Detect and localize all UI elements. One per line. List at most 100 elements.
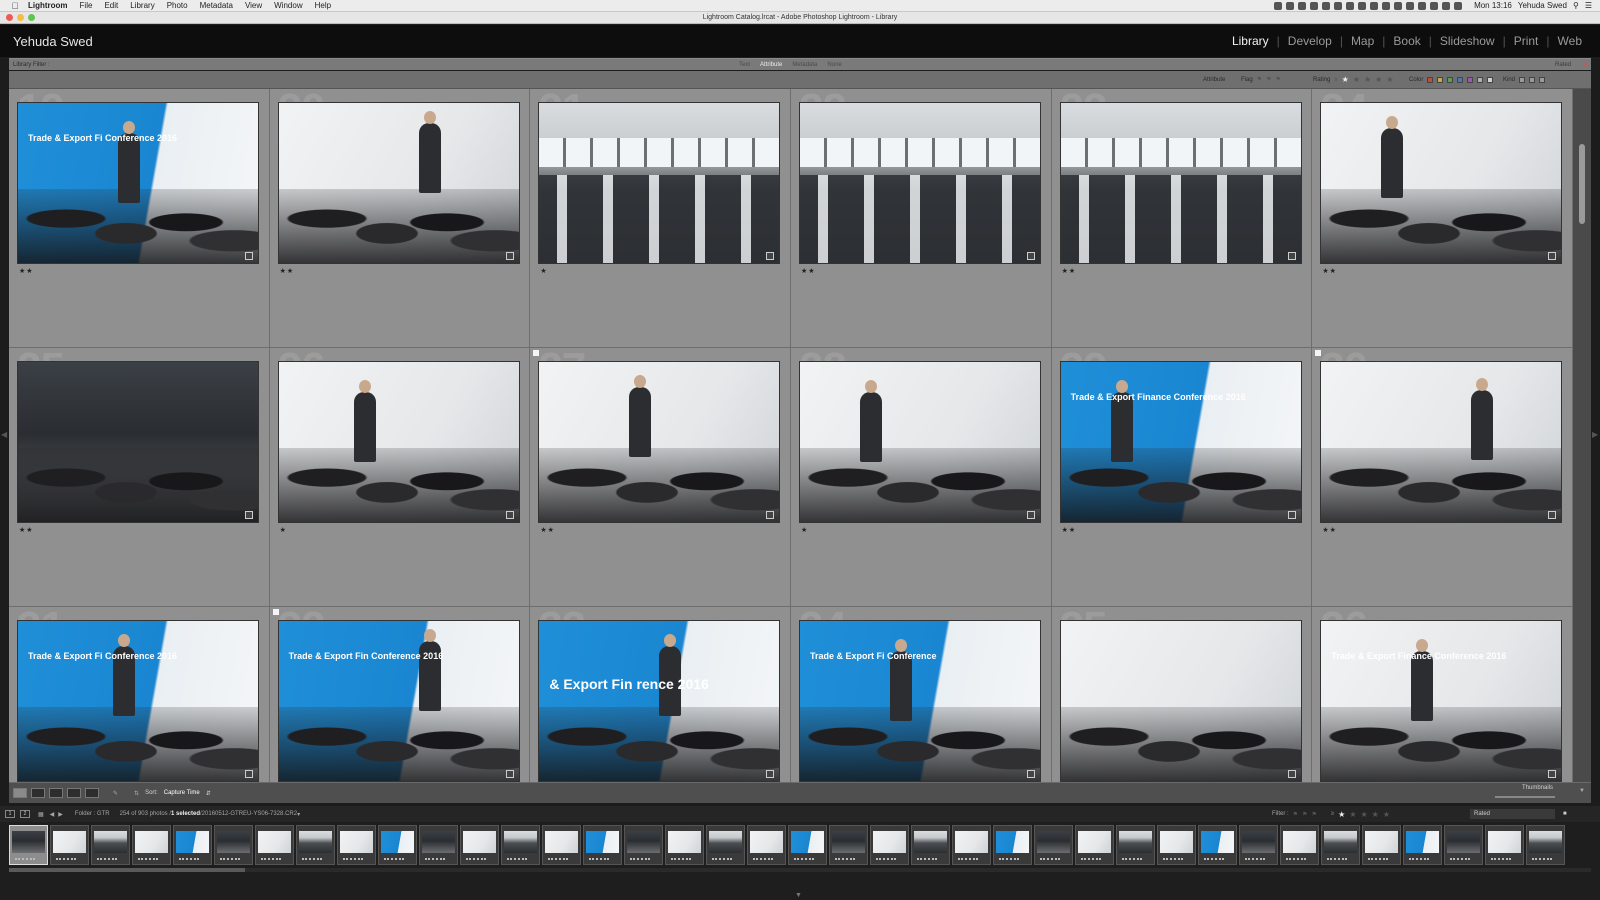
menu-help[interactable]: Help xyxy=(315,1,331,10)
tray-icon[interactable] xyxy=(1310,1,1319,10)
filter-tab-none[interactable]: None xyxy=(827,62,841,68)
develop-settings-badge-icon[interactable] xyxy=(245,252,253,260)
filmstrip-frame[interactable] xyxy=(993,825,1032,865)
filmstrip-frame[interactable] xyxy=(296,825,335,865)
filmstrip-frame[interactable] xyxy=(911,825,950,865)
photo-thumbnail[interactable] xyxy=(798,102,1041,264)
filmstrip-frame[interactable] xyxy=(1198,825,1237,865)
develop-settings-badge-icon[interactable] xyxy=(505,511,514,519)
tray-icon[interactable] xyxy=(1370,1,1379,10)
menu-user[interactable]: Yehuda Swed xyxy=(1518,1,1567,10)
develop-settings-badge-icon[interactable] xyxy=(505,770,514,778)
filmstrip-frame[interactable] xyxy=(419,825,458,865)
menu-app[interactable]: Lightroom xyxy=(28,1,68,10)
photo-thumbnail[interactable]: & Export Fin rence 2016 xyxy=(538,620,781,782)
rating-star-1[interactable]: ★ xyxy=(1338,810,1345,819)
tray-icon[interactable] xyxy=(1382,1,1391,10)
photo-thumbnail[interactable] xyxy=(1320,361,1563,523)
grid-cell[interactable]: 33& Export Fin rence 2016 xyxy=(530,607,791,791)
color-swatch-none[interactable] xyxy=(1487,76,1494,83)
grid-cell[interactable]: 24★★ xyxy=(1312,89,1573,348)
photo-thumbnail[interactable] xyxy=(1059,102,1302,264)
color-swatch-purple[interactable] xyxy=(1467,76,1474,83)
star-rating[interactable]: ★★ xyxy=(540,526,555,534)
apple-icon[interactable]:  xyxy=(10,1,20,11)
forward-arrow-icon[interactable]: ▶ xyxy=(58,811,63,818)
menu-file[interactable]: File xyxy=(80,1,93,10)
minimize-window-icon[interactable] xyxy=(17,14,24,21)
identity-plate[interactable]: Yehuda Swed xyxy=(13,34,93,49)
people-view-button[interactable] xyxy=(85,788,99,798)
module-develop[interactable]: Develop xyxy=(1280,34,1340,48)
filmstrip-frame[interactable] xyxy=(337,825,376,865)
photo-thumbnail[interactable] xyxy=(17,361,259,523)
photo-thumbnail[interactable] xyxy=(277,102,520,264)
grid-cell[interactable]: 30★★ xyxy=(1312,348,1573,607)
survey-view-button[interactable] xyxy=(67,788,81,798)
photo-thumbnail[interactable]: Trade & Export Finance Conference 2016 xyxy=(1059,361,1302,523)
rating-operator-icon[interactable]: ≥ xyxy=(1334,77,1337,83)
grid-cell[interactable]: 31Trade & Export Fi Conference 2016 xyxy=(9,607,270,791)
color-swatch-green[interactable] xyxy=(1447,76,1454,83)
tray-icon[interactable] xyxy=(1334,1,1343,10)
grid-cell[interactable]: 19Trade & Export Fi Conference 2016★★ xyxy=(9,89,270,348)
sort-select[interactable]: Capture Time xyxy=(164,790,200,796)
filter-switch-icon[interactable]: ■ xyxy=(1563,811,1567,817)
grid-cell[interactable]: 29Trade & Export Finance Conference 2016… xyxy=(1051,348,1313,607)
develop-settings-badge-icon[interactable] xyxy=(245,511,253,519)
grid-cell[interactable]: 22★★ xyxy=(790,89,1052,348)
photo-thumbnail[interactable]: Trade & Export Finance Conference 2016 xyxy=(1320,620,1563,782)
filmstrip-frame[interactable] xyxy=(747,825,786,865)
develop-settings-badge-icon[interactable] xyxy=(1548,252,1557,260)
develop-settings-badge-icon[interactable] xyxy=(1287,770,1296,778)
spotlight-icon[interactable]: ⚲ xyxy=(1573,1,1579,10)
tray-icon[interactable] xyxy=(1298,1,1307,10)
bottom-panel-toggle-icon[interactable]: ▼ xyxy=(795,892,802,899)
star-rating[interactable]: ★★ xyxy=(1322,526,1337,534)
photo-thumbnail[interactable]: Trade & Export Fin Conference 2016 xyxy=(277,620,520,782)
filmstrip-frame[interactable] xyxy=(1239,825,1278,865)
grid-cell[interactable]: 28★ xyxy=(790,348,1052,607)
grid-cell[interactable]: 36Trade & Export Finance Conference 2016 xyxy=(1312,607,1573,791)
tray-icon[interactable] xyxy=(1286,1,1295,10)
photo-thumbnail[interactable]: Trade & Export Fi Conference xyxy=(798,620,1041,782)
painter-icon[interactable]: ✎ xyxy=(113,790,118,797)
back-arrow-icon[interactable]: ◀ xyxy=(50,811,55,818)
star-rating[interactable]: ★★ xyxy=(1062,526,1077,534)
module-print[interactable]: Print xyxy=(1506,34,1547,48)
filmstrip-frame[interactable] xyxy=(542,825,581,865)
menu-photo[interactable]: Photo xyxy=(167,1,188,10)
rating-star-3[interactable]: ★ xyxy=(1360,810,1367,819)
star-rating[interactable]: ★ xyxy=(801,526,808,534)
filmstrip-frame[interactable] xyxy=(870,825,909,865)
thumbnail-grid[interactable]: 19Trade & Export Fi Conference 2016★★20★… xyxy=(9,89,1573,791)
filmstrip-frame[interactable] xyxy=(132,825,171,865)
rating-star-5[interactable]: ★ xyxy=(1386,75,1393,84)
filmstrip-frame[interactable] xyxy=(1280,825,1319,865)
grid-cell[interactable]: 25★★ xyxy=(9,348,270,607)
tray-icon[interactable] xyxy=(1322,1,1331,10)
tray-icon[interactable] xyxy=(1346,1,1355,10)
loupe-view-button[interactable] xyxy=(31,788,45,798)
flag-unflagged-icon[interactable]: ⚑ xyxy=(1266,76,1271,83)
filter-tab-text[interactable]: Text xyxy=(739,62,750,68)
filmstrip-frame[interactable] xyxy=(706,825,745,865)
color-swatch-red[interactable] xyxy=(1427,76,1434,83)
filmstrip-frame[interactable] xyxy=(1403,825,1442,865)
module-library[interactable]: Library xyxy=(1224,34,1277,48)
filmstrip-frame[interactable] xyxy=(50,825,89,865)
filmstrip-frame[interactable] xyxy=(173,825,212,865)
menu-edit[interactable]: Edit xyxy=(104,1,118,10)
photo-thumbnail[interactable]: Trade & Export Fi Conference 2016 xyxy=(17,102,259,264)
filmstrip-frame[interactable] xyxy=(1116,825,1155,865)
photo-thumbnail[interactable] xyxy=(538,102,781,264)
filmstrip-frame[interactable] xyxy=(665,825,704,865)
right-panel-toggle-icon[interactable]: ▶ xyxy=(1592,430,1598,439)
filmstrip-source[interactable]: Folder : GTR xyxy=(75,811,110,817)
photo-thumbnail[interactable] xyxy=(277,361,520,523)
toolbar-menu-icon[interactable]: ▼ xyxy=(1579,788,1585,794)
filmstrip-frame[interactable] xyxy=(1034,825,1073,865)
tray-icon[interactable] xyxy=(1358,1,1367,10)
main-window-button[interactable]: 1 xyxy=(5,810,15,818)
develop-settings-badge-icon[interactable] xyxy=(505,252,514,260)
